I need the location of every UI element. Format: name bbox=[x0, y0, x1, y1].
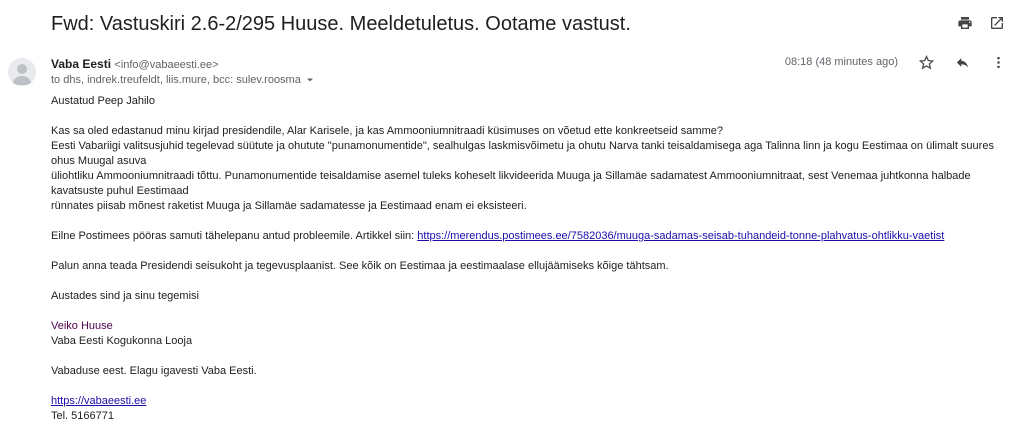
article-intro: Eilne Postimees pööras samuti tähelepanu… bbox=[51, 230, 418, 242]
recipients-line: to dhs, indrek.treufeldt, liis.mure, bcc… bbox=[51, 72, 315, 88]
recipients-text: to dhs, indrek.treufeldt, liis.mure, bcc… bbox=[51, 74, 301, 86]
motto: Vabaduse eest. Elagu igavesti Vaba Eesti… bbox=[51, 365, 257, 377]
open-in-new-window-icon[interactable] bbox=[988, 14, 1006, 32]
paragraph-line: rünnates piisab mõnest raketist Muuga ja… bbox=[51, 200, 527, 212]
email-subject: Fwd: Vastuskiri 2.6-2/295 Huuse. Meeldet… bbox=[51, 13, 631, 35]
signature-name: Veiko Huuse bbox=[51, 320, 113, 332]
caret-down-icon[interactable] bbox=[305, 75, 315, 85]
paragraph-line: Kas sa oled edastanud minu kirjad presid… bbox=[51, 125, 723, 137]
top-actions bbox=[956, 14, 1006, 32]
sender-line: Vaba Eesti <info@vabaeesti.ee> bbox=[51, 56, 219, 73]
email-body: Austatud Peep Jahilo Kas sa oled edastan… bbox=[51, 94, 996, 424]
print-icon[interactable] bbox=[956, 14, 974, 32]
message-time: 08:18 (48 minutes ago) bbox=[784, 56, 898, 68]
article-link[interactable]: https://merendus.postimees.ee/7582036/mu… bbox=[417, 230, 944, 242]
sender-name[interactable]: Vaba Eesti bbox=[51, 57, 111, 71]
message-meta: 08:18 (48 minutes ago) bbox=[785, 54, 1006, 70]
reply-icon[interactable] bbox=[954, 54, 970, 70]
signature-title: Vaba Eesti Kogukonna Looja bbox=[51, 335, 193, 347]
article-paragraph: Eilne Postimees pööras samuti tähelepanu… bbox=[51, 229, 996, 244]
paragraph-line: üliohtliku Ammooniumnitraadi tõttu. Puna… bbox=[51, 170, 971, 197]
subject-row: Fwd: Vastuskiri 2.6-2/295 Huuse. Meeldet… bbox=[51, 10, 1024, 38]
avatar-person-icon[interactable] bbox=[8, 58, 36, 86]
paragraph-line: Eesti Vabariigi valitsusjuhid tegelevad … bbox=[51, 140, 994, 167]
closing: Austades sind ja sinu tegemisi bbox=[51, 290, 199, 302]
request-paragraph: Palun anna teada Presidendi seisukoht ja… bbox=[51, 260, 669, 272]
sender-email: <info@vabaeesti.ee> bbox=[114, 59, 219, 71]
more-vertical-icon[interactable] bbox=[990, 54, 1006, 70]
greeting: Austatud Peep Jahilo bbox=[51, 95, 155, 107]
phone: Tel. 5166771 bbox=[51, 410, 114, 422]
star-icon[interactable] bbox=[918, 54, 934, 70]
website-link[interactable]: https://vabaeesti.ee bbox=[51, 395, 146, 407]
